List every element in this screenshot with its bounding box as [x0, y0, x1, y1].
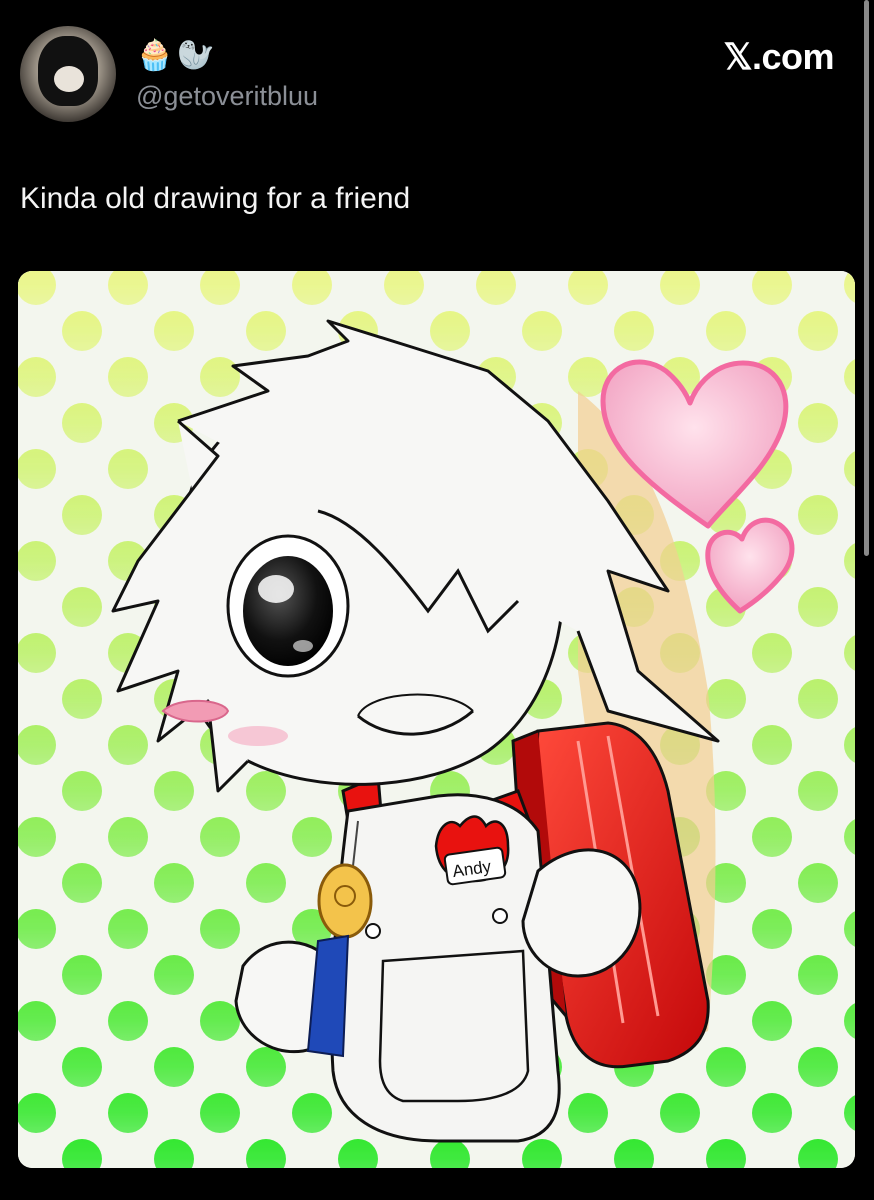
avatar-face [54, 66, 84, 92]
tweet-image[interactable]: Andy [18, 271, 855, 1168]
scrollbar[interactable] [864, 0, 869, 556]
seal-emoji: 🦭 [177, 39, 215, 72]
tweet-text: Kinda old drawing for a friend [20, 182, 411, 215]
cupcake-emoji: 🧁 [136, 39, 174, 72]
profile-avatar[interactable] [20, 26, 116, 122]
drawing-artwork: Andy [18, 271, 855, 1168]
user-handle[interactable]: @getoveritbluu [136, 81, 318, 112]
display-name[interactable]: 🧁 🦭 [136, 38, 215, 73]
x-logo-label[interactable]: 𝕏.com [723, 36, 834, 78]
